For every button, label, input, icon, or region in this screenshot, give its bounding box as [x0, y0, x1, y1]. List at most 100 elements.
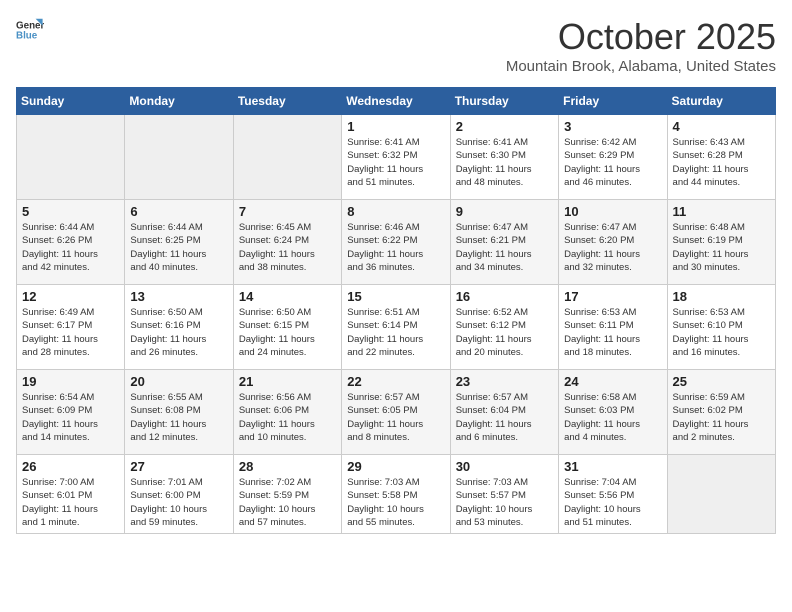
calendar-cell: 11 Sunrise: 6:48 AM Sunset: 6:19 PM Dayli…	[667, 200, 775, 285]
day-number: 3	[564, 119, 661, 134]
day-number: 29	[347, 459, 444, 474]
day-number: 31	[564, 459, 661, 474]
day-info: Sunrise: 6:53 AM Sunset: 6:10 PM Dayligh…	[673, 306, 770, 359]
calendar-cell: 1 Sunrise: 6:41 AM Sunset: 6:32 PM Daylig…	[342, 115, 450, 200]
calendar-cell: 13 Sunrise: 6:50 AM Sunset: 6:16 PM Dayli…	[125, 285, 233, 370]
day-info: Sunrise: 6:43 AM Sunset: 6:28 PM Dayligh…	[673, 136, 770, 189]
calendar-week-row-5: 26 Sunrise: 7:00 AM Sunset: 6:01 PM Dayli…	[17, 455, 776, 534]
day-number: 16	[456, 289, 553, 304]
calendar-cell: 8 Sunrise: 6:46 AM Sunset: 6:22 PM Daylig…	[342, 200, 450, 285]
logo: General Blue	[16, 16, 44, 44]
day-info: Sunrise: 7:00 AM Sunset: 6:01 PM Dayligh…	[22, 476, 119, 529]
day-number: 7	[239, 204, 336, 219]
day-info: Sunrise: 7:01 AM Sunset: 6:00 PM Dayligh…	[130, 476, 227, 529]
day-number: 9	[456, 204, 553, 219]
day-info: Sunrise: 6:51 AM Sunset: 6:14 PM Dayligh…	[347, 306, 444, 359]
day-number: 6	[130, 204, 227, 219]
day-number: 23	[456, 374, 553, 389]
calendar-cell: 12 Sunrise: 6:49 AM Sunset: 6:17 PM Dayli…	[17, 285, 125, 370]
day-number: 26	[22, 459, 119, 474]
day-number: 18	[673, 289, 770, 304]
location-title: Mountain Brook, Alabama, United States	[506, 58, 776, 75]
day-info: Sunrise: 6:52 AM Sunset: 6:12 PM Dayligh…	[456, 306, 553, 359]
calendar-week-row-1: 1 Sunrise: 6:41 AM Sunset: 6:32 PM Daylig…	[17, 115, 776, 200]
day-number: 2	[456, 119, 553, 134]
day-info: Sunrise: 6:44 AM Sunset: 6:26 PM Dayligh…	[22, 221, 119, 274]
day-info: Sunrise: 6:55 AM Sunset: 6:08 PM Dayligh…	[130, 391, 227, 444]
weekday-header-thursday: Thursday	[450, 88, 558, 115]
day-number: 12	[22, 289, 119, 304]
calendar-cell: 19Sunrise: 6:54 AM Sunset: 6:09 PM Dayli…	[17, 370, 125, 455]
day-number: 5	[22, 204, 119, 219]
day-info: Sunrise: 6:48 AM Sunset: 6:19 PM Dayligh…	[673, 221, 770, 274]
calendar-cell: 23 Sunrise: 6:57 AM Sunset: 6:04 PM Dayli…	[450, 370, 558, 455]
day-info: Sunrise: 6:47 AM Sunset: 6:20 PM Dayligh…	[564, 221, 661, 274]
weekday-header-monday: Monday	[125, 88, 233, 115]
logo-icon: General Blue	[16, 16, 44, 44]
calendar-cell: 6 Sunrise: 6:44 AM Sunset: 6:25 PM Daylig…	[125, 200, 233, 285]
title-block: October 2025 Mountain Brook, Alabama, Un…	[506, 16, 776, 75]
calendar-cell: 16 Sunrise: 6:52 AM Sunset: 6:12 PM Dayli…	[450, 285, 558, 370]
day-number: 15	[347, 289, 444, 304]
calendar-cell: 7 Sunrise: 6:45 AM Sunset: 6:24 PM Daylig…	[233, 200, 341, 285]
day-number: 8	[347, 204, 444, 219]
calendar-cell: 15 Sunrise: 6:51 AM Sunset: 6:14 PM Dayli…	[342, 285, 450, 370]
day-info: Sunrise: 6:44 AM Sunset: 6:25 PM Dayligh…	[130, 221, 227, 274]
day-info: Sunrise: 6:49 AM Sunset: 6:17 PM Dayligh…	[22, 306, 119, 359]
day-number: 11	[673, 204, 770, 219]
weekday-header-row: SundayMondayTuesdayWednesdayThursdayFrid…	[17, 88, 776, 115]
calendar-cell: 21Sunrise: 6:56 AM Sunset: 6:06 PM Dayli…	[233, 370, 341, 455]
calendar-table: SundayMondayTuesdayWednesdayThursdayFrid…	[16, 87, 776, 534]
day-info: Sunrise: 7:02 AM Sunset: 5:59 PM Dayligh…	[239, 476, 336, 529]
calendar-cell: 26 Sunrise: 7:00 AM Sunset: 6:01 PM Dayli…	[17, 455, 125, 534]
calendar-cell	[17, 115, 125, 200]
day-number: 30	[456, 459, 553, 474]
calendar-cell: 5 Sunrise: 6:44 AM Sunset: 6:26 PM Daylig…	[17, 200, 125, 285]
calendar-cell: 22Sunrise: 6:57 AM Sunset: 6:05 PM Dayli…	[342, 370, 450, 455]
day-number: 10	[564, 204, 661, 219]
calendar-cell: 10 Sunrise: 6:47 AM Sunset: 6:20 PM Dayli…	[559, 200, 667, 285]
day-info: Sunrise: 6:57 AM Sunset: 6:04 PM Dayligh…	[456, 391, 553, 444]
day-info: Sunrise: 6:47 AM Sunset: 6:21 PM Dayligh…	[456, 221, 553, 274]
calendar-cell: 3Sunrise: 6:42 AM Sunset: 6:29 PM Daylig…	[559, 115, 667, 200]
calendar-cell: 2Sunrise: 6:41 AM Sunset: 6:30 PM Daylig…	[450, 115, 558, 200]
day-number: 13	[130, 289, 227, 304]
day-number: 20	[130, 374, 227, 389]
day-info: Sunrise: 6:56 AM Sunset: 6:06 PM Dayligh…	[239, 391, 336, 444]
day-info: Sunrise: 6:45 AM Sunset: 6:24 PM Dayligh…	[239, 221, 336, 274]
calendar-cell: 14Sunrise: 6:50 AM Sunset: 6:15 PM Dayli…	[233, 285, 341, 370]
day-number: 17	[564, 289, 661, 304]
day-number: 27	[130, 459, 227, 474]
calendar-week-row-4: 19Sunrise: 6:54 AM Sunset: 6:09 PM Dayli…	[17, 370, 776, 455]
calendar-cell: 27 Sunrise: 7:01 AM Sunset: 6:00 PM Dayli…	[125, 455, 233, 534]
calendar-cell: 4 Sunrise: 6:43 AM Sunset: 6:28 PM Daylig…	[667, 115, 775, 200]
calendar-cell: 31 Sunrise: 7:04 AM Sunset: 5:56 PM Dayli…	[559, 455, 667, 534]
day-number: 1	[347, 119, 444, 134]
weekday-header-wednesday: Wednesday	[342, 88, 450, 115]
calendar-cell: 30Sunrise: 7:03 AM Sunset: 5:57 PM Dayli…	[450, 455, 558, 534]
day-info: Sunrise: 6:46 AM Sunset: 6:22 PM Dayligh…	[347, 221, 444, 274]
calendar-cell	[233, 115, 341, 200]
weekday-header-friday: Friday	[559, 88, 667, 115]
weekday-header-sunday: Sunday	[17, 88, 125, 115]
calendar-cell	[125, 115, 233, 200]
day-info: Sunrise: 7:04 AM Sunset: 5:56 PM Dayligh…	[564, 476, 661, 529]
day-info: Sunrise: 6:41 AM Sunset: 6:32 PM Dayligh…	[347, 136, 444, 189]
calendar-cell	[667, 455, 775, 534]
calendar-cell: 24Sunrise: 6:58 AM Sunset: 6:03 PM Dayli…	[559, 370, 667, 455]
day-number: 4	[673, 119, 770, 134]
day-info: Sunrise: 6:59 AM Sunset: 6:02 PM Dayligh…	[673, 391, 770, 444]
day-info: Sunrise: 6:50 AM Sunset: 6:16 PM Dayligh…	[130, 306, 227, 359]
calendar-cell: 29 Sunrise: 7:03 AM Sunset: 5:58 PM Dayli…	[342, 455, 450, 534]
day-info: Sunrise: 6:53 AM Sunset: 6:11 PM Dayligh…	[564, 306, 661, 359]
weekday-header-tuesday: Tuesday	[233, 88, 341, 115]
calendar-week-row-3: 12 Sunrise: 6:49 AM Sunset: 6:17 PM Dayli…	[17, 285, 776, 370]
day-number: 28	[239, 459, 336, 474]
day-number: 19	[22, 374, 119, 389]
day-number: 14	[239, 289, 336, 304]
day-info: Sunrise: 6:58 AM Sunset: 6:03 PM Dayligh…	[564, 391, 661, 444]
day-info: Sunrise: 7:03 AM Sunset: 5:58 PM Dayligh…	[347, 476, 444, 529]
day-number: 22	[347, 374, 444, 389]
page-header: General Blue October 2025 Mountain Brook…	[16, 16, 776, 75]
day-number: 25	[673, 374, 770, 389]
